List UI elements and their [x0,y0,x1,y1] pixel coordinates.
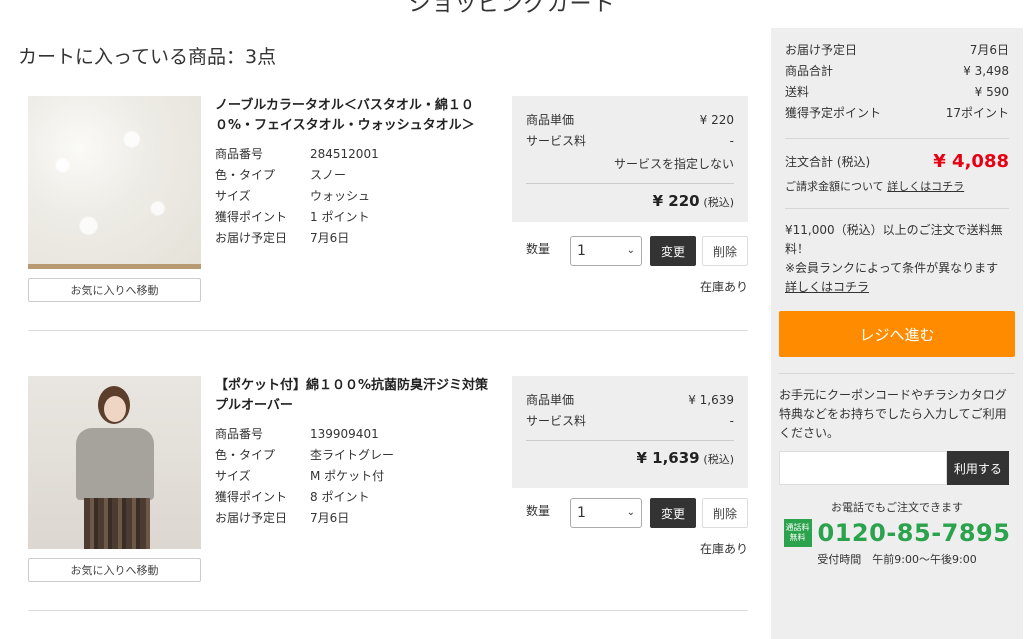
spec-value: ウォッシュ [310,189,371,203]
phone-number[interactable]: 0120-85-7895 [818,519,1011,547]
unit-price-value: ¥ 220 [699,113,734,127]
shipping-value: ¥ 590 [974,85,1009,99]
move-to-favorites-button[interactable]: お気に入りへ移動 [28,278,201,302]
spec-label: サイズ [215,469,251,483]
delivery-label: お届け予定日 [785,43,858,57]
coupon-input[interactable] [779,451,947,485]
price-box: 商品単価 ¥ 1,639 サービス料 - ¥ 1,639 (税込) [512,376,748,488]
unit-price-value: ¥ 1,639 [688,393,734,407]
spec-value: 8 ポイント [310,490,370,504]
spec-label: お届け予定日 [215,231,288,245]
order-summary-sidebar: お届け予定日 7月6日 商品合計 ¥ 3,498 送料 ¥ 590 獲得予定ポイント 1… [771,28,1023,639]
spec-label: 色・タイプ [215,448,276,462]
service-fee-value: - [729,414,734,428]
spec-value: 杢ライトグレー [310,448,395,462]
billing-text: ご請求金額について [785,180,884,193]
quantity-value: 1 [577,505,586,521]
shipping-label: 送料 [785,85,810,99]
cart-count: カートに入っている商品：3点 [18,46,277,68]
order-total-value: ¥ 4,088 [933,151,1009,172]
spec-value: M ポケット付 [310,469,385,483]
stock-status: 在庫あり [699,280,748,294]
phone-hours: 受付時間 午前9:00〜午後9:00 [817,553,977,566]
subtotal-label: 商品合計 [785,64,834,78]
service-fee-label: サービス料 [526,414,587,428]
service-fee-label: サービス料 [526,134,587,148]
item-total: ¥ 220 [652,192,700,210]
stock-status: 在庫あり [699,542,748,556]
quantity-value: 1 [577,243,586,259]
change-button[interactable]: 変更 [650,498,696,528]
spec-label: 商品番号 [215,147,264,161]
unit-price-label: 商品単価 [526,393,575,407]
spec-value: スノー [310,168,347,182]
quantity-select[interactable]: 1 ⌄ [570,498,642,528]
product-name[interactable]: 【ポケット付】綿１００%抗菌防臭汗ジミ対策プルオーバー [215,376,495,416]
divider [28,330,748,331]
spec-value: 7月6日 [310,511,350,525]
spec-value: 284512001 [310,147,379,161]
tax-included-label: (税込) [703,196,734,209]
item-total: ¥ 1,639 [636,449,700,467]
chevron-down-icon: ⌄ [626,245,635,256]
product-image[interactable] [28,96,201,269]
member-rank-note: ※会員ランクによって条件が異なります [785,261,999,275]
divider [28,610,748,611]
service-note: サービスを指定しない [613,157,734,171]
subtotal-value: ¥ 3,498 [963,64,1009,78]
spec-label: 獲得ポイント [215,210,288,224]
coupon-apply-button[interactable]: 利用する [946,451,1009,485]
quantity-select[interactable]: 1 ⌄ [570,236,642,266]
phone-caption: お電話でもご注文できます [831,501,963,514]
shipping-detail-link[interactable]: 詳しくはコチラ [785,278,1009,297]
chevron-down-icon: ⌄ [626,507,635,518]
billing-detail-link[interactable]: 詳しくはコチラ [887,180,964,193]
quantity-label: 数量 [526,504,551,518]
order-total-label: 注文合計 (税込) [785,155,871,169]
product-name[interactable]: ノーブルカラータオル＜バスタオル・綿１００%・フェイスタオル・ウォッシュタオル＞ [215,96,495,136]
spec-label: 商品番号 [215,427,264,441]
change-button[interactable]: 変更 [650,236,696,266]
delete-button[interactable]: 削除 [702,498,748,528]
coupon-text: お手元にクーポンコードやチラシカタログ特典などをお持ちでしたら入力してご利用くだ… [779,388,1007,440]
spec-label: 獲得ポイント [215,490,288,504]
free-shipping-note: ¥11,000（税込）以上のご注文で送料無料！ [785,223,1003,256]
spec-value: 7月6日 [310,231,350,245]
delete-button[interactable]: 削除 [702,236,748,266]
tax-included-label: (税込) [703,453,734,466]
product-image[interactable] [28,376,201,549]
unit-price-label: 商品単価 [526,113,575,127]
spec-label: サイズ [215,189,251,203]
page-title: ショッピングカート [408,0,616,17]
spec-label: お届け予定日 [215,511,288,525]
delivery-value: 7月6日 [969,43,1009,57]
service-fee-value: - [729,134,734,148]
quantity-label: 数量 [526,242,551,256]
move-to-favorites-button[interactable]: お気に入りへ移動 [28,558,201,582]
spec-value: 139909401 [310,427,379,441]
points-label: 獲得予定ポイント [785,106,882,120]
phone-order-box: お電話でもご注文できます 通話料無料 0120-85-7895 受付時間 午前9… [779,499,1015,567]
spec-label: 色・タイプ [215,168,276,182]
checkout-button[interactable]: レジへ進む [779,311,1015,357]
spec-value: 1 ポイント [310,210,370,224]
points-value: 17ポイント [945,106,1009,120]
free-call-badge: 通話料無料 [783,519,812,547]
price-box: 商品単価 ¥ 220 サービス料 - サービスを指定しない ¥ 220 (税込) [512,96,748,222]
